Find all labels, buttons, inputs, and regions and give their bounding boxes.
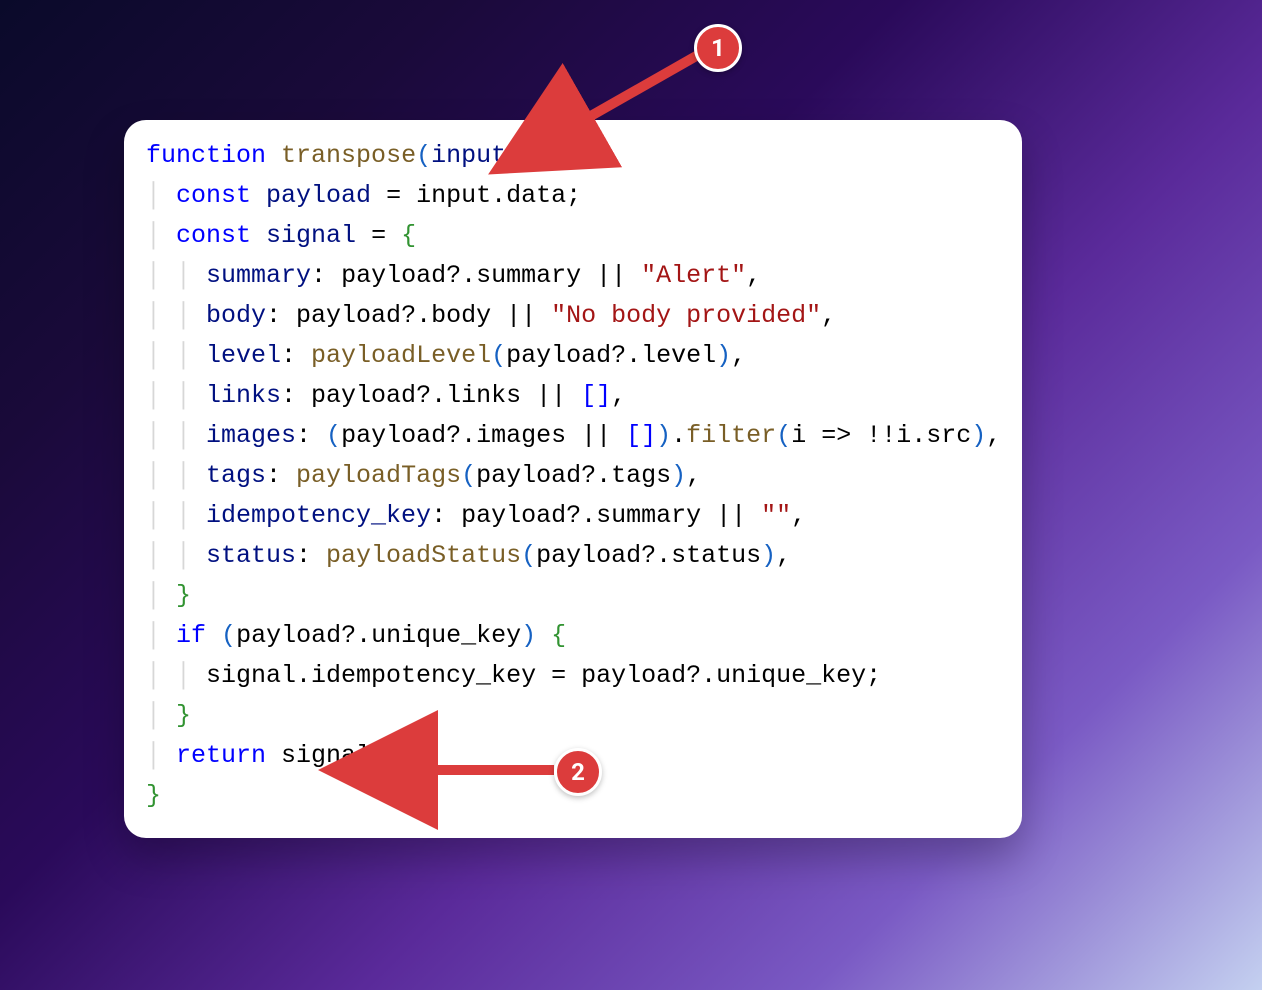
annotation-arrow-2-icon [0,0,1262,990]
badge-number: 2 [571,758,585,786]
annotation-badge-2: 2 [554,748,602,796]
